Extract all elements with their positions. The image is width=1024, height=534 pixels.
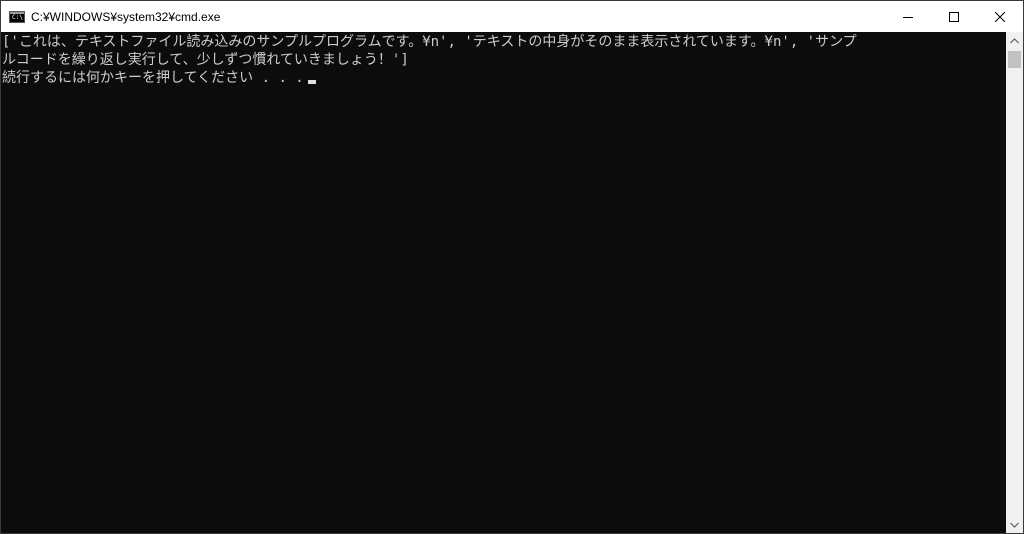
console-line-prompt: 続行するには何かキーを押してください . . . [2,69,1005,87]
minimize-icon [903,16,913,18]
minimize-button[interactable] [885,1,931,32]
close-icon [995,11,1005,22]
console-output[interactable]: ['これは、テキストファイル読み込みのサンプルプログラムです。¥n', 'テキス… [1,32,1005,533]
console-line: ルコードを繰り返し実行して、少しずつ慣れていきましょう！'] [2,52,409,68]
vertical-scrollbar[interactable] [1006,32,1023,533]
scroll-up-button[interactable] [1006,32,1023,49]
cmd-app-icon[interactable]: C:\ [9,10,25,23]
maximize-icon [949,11,959,22]
text-cursor [307,80,316,84]
pause-prompt-text: 続行するには何かキーを押してください . . . [2,70,304,86]
cmd-app-icon-glyph: C:\ [12,13,23,21]
close-button[interactable] [977,1,1023,32]
scroll-thumb[interactable] [1008,51,1021,68]
maximize-button[interactable] [931,1,977,32]
console-line: ['これは、テキストファイル読み込みのサンプルプログラムです。¥n', 'テキス… [2,34,857,50]
scroll-down-button[interactable] [1006,516,1023,533]
caption-buttons [885,1,1023,32]
window-title: C:¥WINDOWS¥system32¥cmd.exe [31,9,221,24]
scroll-up-arrow-icon [1010,37,1019,43]
cmd-window: C:\ C:¥WINDOWS¥system32¥cmd.exe ['これは、テキ… [0,0,1024,534]
title-bar[interactable]: C:\ C:¥WINDOWS¥system32¥cmd.exe [1,1,1023,32]
scroll-down-arrow-icon [1010,522,1019,528]
